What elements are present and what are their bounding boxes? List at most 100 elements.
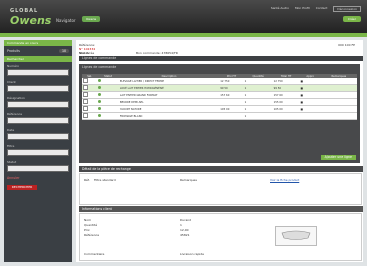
add-line-button[interactable]: Ajouter une ligne [320, 155, 356, 160]
row-checkbox[interactable] [83, 92, 88, 97]
top-link-contact[interactable]: Contact [316, 6, 328, 12]
customer-header: Informations client [79, 206, 363, 212]
accent-bar [0, 33, 367, 37]
row-total: 105 00 [272, 105, 300, 113]
cust-label-name: Nom [84, 218, 92, 222]
status-dot-icon [98, 79, 102, 82]
row-checkbox[interactable] [83, 78, 88, 83]
row-price: 105 00 [219, 105, 244, 113]
row-total [272, 112, 300, 120]
top-link-profile[interactable]: Mon Profil [295, 6, 310, 12]
logout-button[interactable]: Déconnexion [333, 6, 361, 12]
date-input[interactable] [7, 133, 69, 140]
detail-ref-value: Filtre standard [94, 178, 116, 182]
row-select [82, 98, 98, 106]
detail-ref-label: Réf. [84, 178, 90, 182]
table-row[interactable]: FROMAGE BLANC 1 [82, 112, 357, 120]
row-status [97, 112, 119, 120]
row-description: FROMAGE BLANC [118, 112, 220, 120]
status-dot-icon [98, 86, 102, 89]
cust-note-value: Livraison rapide [180, 252, 204, 256]
row-quantity: 1 [243, 84, 273, 92]
cust-label-qty: Quantité [84, 223, 98, 227]
row-price: 157 60 [219, 91, 244, 99]
row-price [219, 112, 244, 120]
row-checkbox[interactable] [83, 85, 88, 90]
row-description: YAOURT NATURE [118, 105, 220, 113]
order-po: Bon commande: 478654/FR [136, 51, 178, 55]
row-total: 157 60 [272, 91, 300, 99]
row-supply: ■ [299, 84, 321, 92]
client-input[interactable] [7, 85, 69, 92]
row-description: LAIT ENTIER GRAND FORMAT [118, 91, 220, 99]
status-dot-icon [98, 93, 102, 96]
detail-remarks-label: Remarques [180, 178, 197, 182]
row-description: LOUÉ LAIT ENTIER HOMOGÉNÉISÉ [118, 84, 220, 92]
field-label-reference: Référence [7, 112, 23, 116]
reference-input[interactable] [7, 117, 69, 124]
row-checkbox[interactable] [83, 99, 88, 104]
table-row[interactable]: LOUÉ LAIT ENTIER HOMOGÉNÉISÉ 99 50 1 99 50 ■ [82, 84, 357, 92]
row-remarks [320, 98, 357, 106]
cust-value-qty: 1 [180, 223, 182, 227]
table-row[interactable]: BEURRE DEMI-SEL 1 155 00 ■ [82, 98, 357, 106]
row-checkbox[interactable] [83, 113, 88, 118]
designation-input[interactable] [7, 101, 69, 108]
sidebar-products-row[interactable]: Produits 10 [4, 46, 72, 56]
cust-value-ref: 45821 [180, 233, 190, 237]
row-total: 155 00 [272, 98, 300, 106]
row-supply [299, 112, 321, 120]
cust-label-price: Prix [84, 228, 90, 232]
row-remarks [320, 84, 357, 92]
cust-note-label: Commentaire [84, 252, 105, 256]
status-select[interactable] [7, 165, 69, 172]
product-image-icon [281, 230, 311, 240]
row-quantity: 1 [243, 112, 273, 120]
row-select [82, 91, 98, 99]
row-select [82, 112, 98, 120]
tab-order-lines[interactable]: Lignes de commande [79, 56, 363, 61]
cust-value-price: 12,00 [180, 228, 189, 232]
cancel-link[interactable]: Annuler [4, 174, 72, 182]
status-dot-icon [98, 107, 102, 110]
field-label-client: Client [7, 80, 16, 84]
row-quantity: 1 [243, 91, 273, 99]
field-label-number: Numéro [7, 64, 19, 68]
row-checkbox[interactable] [83, 106, 88, 111]
row-supply: ■ [299, 105, 321, 113]
order-status: Non livrée [79, 51, 95, 55]
row-status [97, 91, 119, 99]
row-total: 99 50 [272, 84, 300, 92]
order-lines-table: Sel. Statut Description Prix HT Quantité… [82, 74, 357, 120]
row-status [97, 105, 119, 113]
row-remarks [320, 105, 357, 113]
cust-value-name: Durand [180, 218, 192, 222]
row-remarks [320, 112, 357, 120]
sidebar: Commande en cours Produits 10 Rechercher… [4, 40, 72, 262]
row-quantity: 1 [243, 105, 273, 113]
field-label-date: Date [7, 128, 15, 132]
cust-label-ref: Référence [84, 233, 100, 237]
create-button[interactable]: Créer [342, 16, 361, 22]
search-button[interactable]: RECHERCHER [7, 185, 37, 190]
filter-select[interactable] [7, 149, 69, 156]
logo-subtitle: Navigator [56, 18, 76, 23]
sidebar-products-label: Produits [7, 49, 20, 53]
row-select [82, 84, 98, 92]
table-row[interactable]: YAOURT NATURE 105 00 1 105 00 ■ [82, 105, 357, 113]
row-remarks [320, 91, 357, 99]
row-status [97, 98, 119, 106]
product-sheet-link[interactable]: Voir la fiche produit [270, 178, 299, 182]
number-input[interactable] [7, 69, 69, 76]
logo[interactable]: Owens [10, 14, 51, 27]
logo-badge: Owens [82, 16, 100, 22]
row-description: BEURRE DEMI-SEL [118, 98, 220, 106]
top-links: Santé Audio Mon Profil Contact Déconnexi… [271, 6, 361, 12]
field-label-designation: Désignation [7, 96, 25, 100]
row-select [82, 105, 98, 113]
product-image [275, 226, 317, 246]
top-link-audio[interactable]: Santé Audio [271, 6, 289, 12]
table-row[interactable]: LAIT ENTIER GRAND FORMAT 157 60 1 157 60 ■ [82, 91, 357, 99]
order-lines-header: Lignes de commande [82, 65, 117, 69]
status-dot-icon [98, 114, 102, 117]
